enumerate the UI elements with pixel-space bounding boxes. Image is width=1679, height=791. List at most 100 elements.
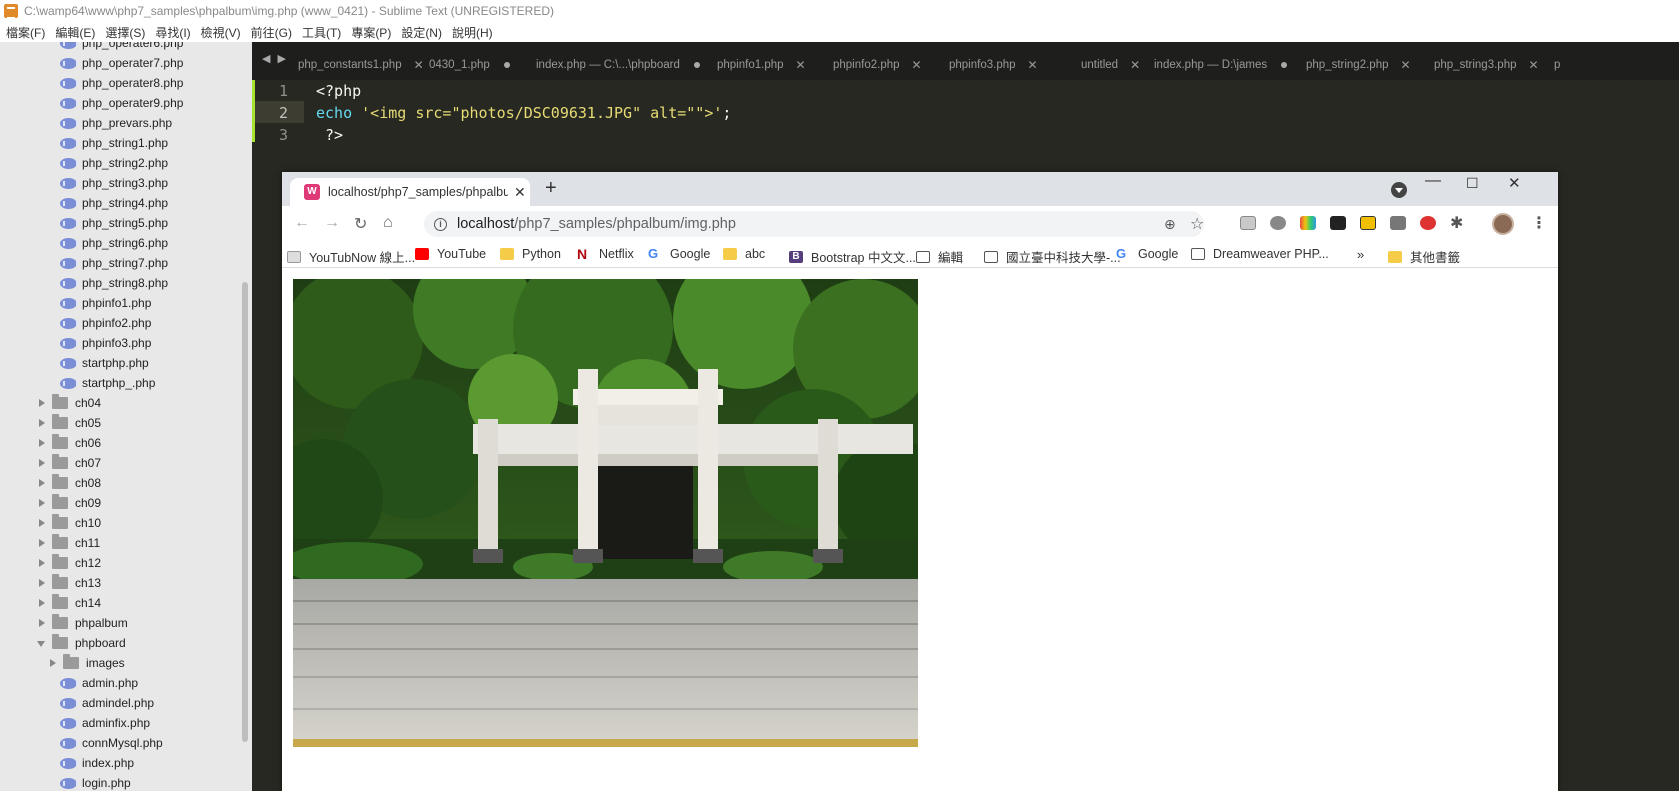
menu-tools[interactable]: 工具(T) bbox=[302, 24, 341, 41]
chevron-right-icon[interactable] bbox=[36, 598, 46, 608]
other-bookmarks-folder[interactable]: 其他書籤 bbox=[1388, 247, 1460, 266]
menu-file[interactable]: 檔案(F) bbox=[6, 24, 45, 41]
sidebar-file[interactable]: admindel.php bbox=[0, 693, 240, 713]
chevron-right-icon[interactable] bbox=[36, 478, 46, 488]
menu-preferences[interactable]: 設定(N) bbox=[401, 24, 442, 41]
menu-selection[interactable]: 選擇(S) bbox=[105, 24, 145, 41]
extension-game-icon[interactable] bbox=[1330, 216, 1346, 230]
unsaved-dot-icon[interactable] bbox=[1281, 61, 1288, 68]
more-bookmarks-button[interactable]: » bbox=[1357, 247, 1364, 262]
sidebar-folder[interactable]: ch09 bbox=[0, 493, 240, 513]
chevron-right-icon[interactable] bbox=[36, 578, 46, 588]
address-bar[interactable]: i localhost/php7_samples/phpalbum/img.ph… bbox=[424, 211, 1204, 237]
extension-cast-icon[interactable] bbox=[1240, 216, 1256, 230]
editor-tab[interactable]: index.php — C:\...\phpboard bbox=[536, 49, 700, 80]
sidebar-folder[interactable]: ch12 bbox=[0, 553, 240, 573]
sidebar-folder[interactable]: ch04 bbox=[0, 393, 240, 413]
sidebar-file[interactable]: phpinfo2.php bbox=[0, 313, 240, 333]
tab-close-icon[interactable]: ✕ bbox=[796, 58, 806, 72]
sidebar-file[interactable]: phpinfo3.php bbox=[0, 333, 240, 353]
browser-tab-active[interactable]: W localhost/php7_samples/phpalbum/img.ph… bbox=[290, 178, 530, 206]
sidebar-file[interactable]: php_operater9.php bbox=[0, 93, 240, 113]
bookmark-item[interactable]: 國立臺中科技大學-... bbox=[984, 247, 1121, 266]
extension-palette-icon[interactable] bbox=[1300, 216, 1316, 230]
sidebar-file[interactable]: connMysql.php bbox=[0, 733, 240, 753]
chevron-right-icon[interactable] bbox=[36, 498, 46, 508]
sidebar-file[interactable]: php_string3.php bbox=[0, 173, 240, 193]
bookmark-item[interactable]: abc bbox=[723, 247, 765, 261]
sidebar-file[interactable]: php_operater6.php bbox=[0, 42, 240, 53]
bookmark-star-icon[interactable]: ☆ bbox=[1190, 214, 1204, 234]
tab-close-icon[interactable]: ✕ bbox=[1400, 58, 1410, 72]
sidebar-folder[interactable]: ch10 bbox=[0, 513, 240, 533]
editor-tab[interactable]: php_string2.php ✕ bbox=[1306, 49, 1411, 80]
sidebar-file[interactable]: php_string2.php bbox=[0, 153, 240, 173]
menu-edit[interactable]: 編輯(E) bbox=[55, 24, 95, 41]
profile-avatar[interactable] bbox=[1492, 213, 1514, 235]
sidebar-file[interactable]: php_string6.php bbox=[0, 233, 240, 253]
menu-help[interactable]: 說明(H) bbox=[452, 24, 493, 41]
sidebar-file[interactable]: php_string8.php bbox=[0, 273, 240, 293]
sidebar-file[interactable]: php_string1.php bbox=[0, 133, 240, 153]
forward-icon[interactable]: → bbox=[324, 214, 340, 232]
editor-tab[interactable]: php_constants1.php ✕ bbox=[298, 49, 424, 80]
chevron-right-icon[interactable] bbox=[36, 538, 46, 548]
chevron-right-icon[interactable] bbox=[47, 658, 57, 668]
sidebar-folder[interactable]: phpalbum bbox=[0, 613, 240, 633]
sidebar-file[interactable]: php_string4.php bbox=[0, 193, 240, 213]
editor-tab[interactable]: untitled ✕ bbox=[1081, 49, 1140, 80]
bookmark-item[interactable]: N Netflix bbox=[577, 247, 634, 261]
tab-close-icon[interactable]: ✕ bbox=[1528, 58, 1538, 72]
bookmark-item[interactable]: Python bbox=[500, 247, 561, 261]
sidebar-file[interactable]: php_prevars.php bbox=[0, 113, 240, 133]
sidebar-folder[interactable]: ch11 bbox=[0, 533, 240, 553]
reload-icon[interactable]: ↻ bbox=[354, 214, 367, 234]
chevron-right-icon[interactable] bbox=[36, 458, 46, 468]
tab-close-icon[interactable]: ✕ bbox=[414, 58, 424, 72]
bookmark-item[interactable]: G Google bbox=[648, 247, 710, 261]
bookmark-item[interactable]: YouTubNow 線上... bbox=[287, 247, 415, 266]
editor-tab[interactable]: phpinfo2.php ✕ bbox=[833, 49, 922, 80]
editor-tab[interactable]: index.php — D:\james bbox=[1154, 49, 1288, 80]
sidebar-file[interactable]: php_operater8.php bbox=[0, 73, 240, 93]
maximize-icon[interactable]: ☐ bbox=[1466, 175, 1479, 192]
sidebar-file[interactable]: phpinfo1.php bbox=[0, 293, 240, 313]
sidebar-file[interactable]: index.php bbox=[0, 753, 240, 773]
sidebar-file[interactable]: php_operater7.php bbox=[0, 53, 240, 73]
sidebar-folder[interactable]: phpboard bbox=[0, 633, 240, 653]
tab-close-icon[interactable]: ✕ bbox=[912, 58, 922, 72]
sidebar-folder[interactable]: ch13 bbox=[0, 573, 240, 593]
chevron-right-icon[interactable] bbox=[36, 618, 46, 628]
chevron-right-icon[interactable] bbox=[36, 418, 46, 428]
minimize-icon[interactable]: — bbox=[1425, 172, 1441, 190]
sidebar-file[interactable]: login.php bbox=[0, 773, 240, 791]
bookmark-item[interactable]: YouTube bbox=[415, 247, 486, 261]
new-tab-icon[interactable]: + bbox=[545, 178, 557, 198]
tab-close-icon[interactable]: ✕ bbox=[1028, 58, 1038, 72]
chevron-down-icon[interactable] bbox=[36, 638, 46, 648]
close-window-icon[interactable]: ✕ bbox=[1508, 174, 1521, 192]
extension-chat-icon[interactable] bbox=[1270, 216, 1286, 230]
chevron-right-icon[interactable] bbox=[36, 438, 46, 448]
sidebar-file[interactable]: startphp.php bbox=[0, 353, 240, 373]
editor-tab[interactable]: phpinfo3.php ✕ bbox=[949, 49, 1038, 80]
sidebar-file[interactable]: adminfix.php bbox=[0, 713, 240, 733]
unsaved-dot-icon[interactable] bbox=[503, 61, 510, 68]
menu-goto[interactable]: 前往(G) bbox=[251, 24, 292, 41]
extension-ticket-icon[interactable] bbox=[1360, 216, 1376, 230]
sidebar-file[interactable]: admin.php bbox=[0, 673, 240, 693]
tab-scroll-arrows-icon[interactable]: ◀ ▶ bbox=[262, 52, 288, 65]
sidebar-folder[interactable]: ch14 bbox=[0, 593, 240, 613]
sidebar-folder[interactable]: ch06 bbox=[0, 433, 240, 453]
sidebar-folder[interactable]: ch08 bbox=[0, 473, 240, 493]
extension-record-icon[interactable] bbox=[1420, 216, 1436, 230]
sidebar-scrollbar[interactable] bbox=[242, 282, 248, 742]
sidebar-file[interactable]: php_string5.php bbox=[0, 213, 240, 233]
home-icon[interactable]: ⌂ bbox=[383, 214, 393, 232]
sidebar-file[interactable]: php_string7.php bbox=[0, 253, 240, 273]
extension-car-icon[interactable] bbox=[1390, 216, 1406, 230]
tab-close-icon[interactable]: ✕ bbox=[1130, 58, 1140, 72]
sidebar-file[interactable]: startphp_.php bbox=[0, 373, 240, 393]
editor-tab[interactable]: phpinfo1.php ✕ bbox=[717, 49, 806, 80]
menu-project[interactable]: 專案(P) bbox=[351, 24, 391, 41]
